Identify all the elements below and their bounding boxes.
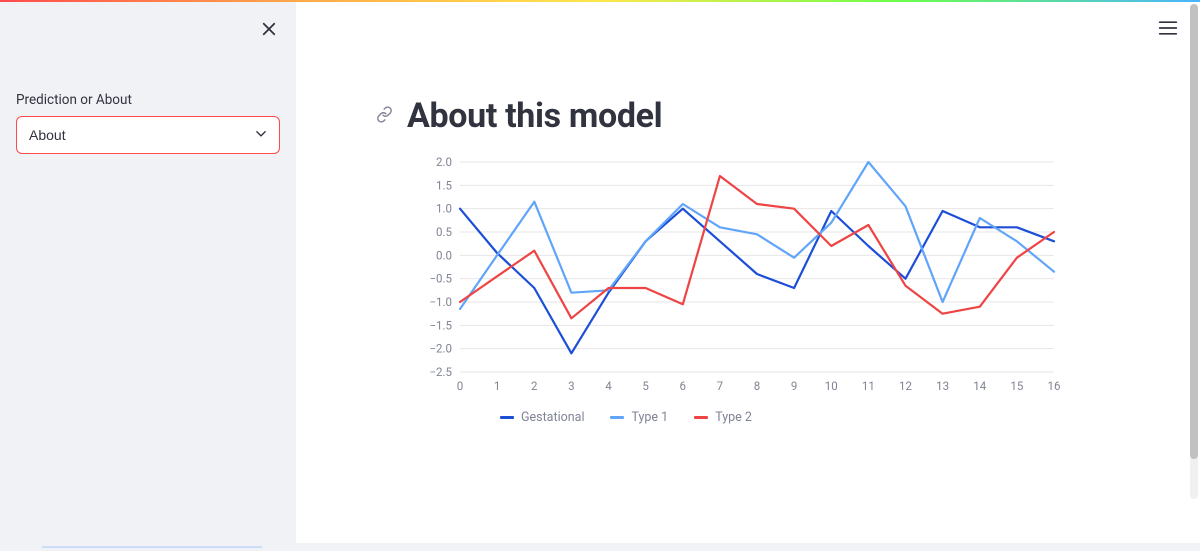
legend-label: Type 1 — [631, 410, 668, 425]
x-tick-label: 13 — [936, 379, 949, 393]
sidebar-select[interactable] — [16, 116, 280, 154]
x-tick-label: 10 — [825, 379, 838, 393]
x-tick-label: 3 — [568, 379, 574, 393]
x-tick-label: 12 — [899, 379, 912, 393]
x-tick-label: 9 — [791, 379, 797, 393]
sidebar-select-label: Prediction or About — [16, 92, 280, 108]
close-icon — [260, 23, 278, 42]
x-tick-label: 4 — [605, 379, 612, 393]
link-icon[interactable] — [376, 106, 393, 127]
x-tick-label: 2 — [531, 379, 538, 393]
x-tick-label: 5 — [642, 379, 649, 393]
hamburger-icon — [1158, 21, 1178, 40]
x-tick-label: 16 — [1048, 379, 1061, 393]
legend-item[interactable]: Type 2 — [694, 410, 752, 425]
y-tick-label: −2.0 — [429, 342, 452, 356]
line-chart: −2.5−2.0−1.5−1.0−0.50.00.51.01.52.001234… — [404, 156, 1064, 456]
y-tick-label: −1.5 — [429, 318, 452, 332]
y-tick-label: 1.5 — [436, 178, 452, 192]
title-row: About this model — [376, 96, 1152, 136]
series-type-1 — [460, 162, 1054, 309]
x-tick-label: 11 — [862, 379, 875, 393]
x-tick-label: 6 — [680, 379, 686, 393]
sidebar: Prediction or About — [0, 0, 296, 551]
scrollbar[interactable] — [1190, 4, 1198, 499]
legend-label: Type 2 — [715, 410, 752, 425]
sidebar-select-input[interactable] — [16, 116, 280, 154]
close-sidebar-button[interactable] — [260, 20, 278, 42]
y-tick-label: −1.0 — [429, 295, 452, 309]
legend-swatch — [610, 416, 624, 419]
y-tick-label: 1.0 — [436, 202, 452, 216]
x-tick-label: 7 — [717, 379, 723, 393]
main-panel: About this model −2.5 −2.0 −1.5 −1.0 −0.5 0.0… — [296, 0, 1200, 551]
top-accent-bar — [0, 0, 1200, 2]
chart-legend: Gestational Type 1 Type 2 — [500, 410, 1064, 425]
legend-swatch — [500, 416, 514, 419]
y-tick-label: 2.0 — [436, 156, 452, 169]
y-tick-label: −2.5 — [429, 365, 452, 379]
x-tick-label: 1 — [494, 379, 500, 393]
legend-item[interactable]: Type 1 — [610, 410, 668, 425]
y-tick-label: 0.5 — [436, 225, 452, 239]
app-root: Prediction or About — [0, 0, 1200, 551]
x-tick-label: 0 — [457, 379, 463, 393]
x-tick-label: 14 — [973, 379, 986, 393]
legend-swatch — [694, 416, 708, 419]
x-tick-label: 15 — [1010, 379, 1023, 393]
page-title: About this model — [407, 96, 662, 136]
bottom-accent — [42, 546, 262, 548]
y-tick-label: 0.0 — [436, 248, 452, 262]
x-tick-label: 8 — [754, 379, 760, 393]
series-type-2 — [460, 176, 1054, 318]
series-gestational — [460, 209, 1054, 354]
scrollbar-thumb[interactable] — [1190, 4, 1198, 459]
hamburger-menu-button[interactable] — [1158, 20, 1178, 40]
legend-label: Gestational — [521, 410, 584, 425]
content: About this model −2.5 −2.0 −1.5 −1.0 −0.5 0.0… — [296, 0, 1200, 456]
y-tick-label: −0.5 — [429, 272, 452, 286]
legend-item[interactable]: Gestational — [500, 410, 584, 425]
